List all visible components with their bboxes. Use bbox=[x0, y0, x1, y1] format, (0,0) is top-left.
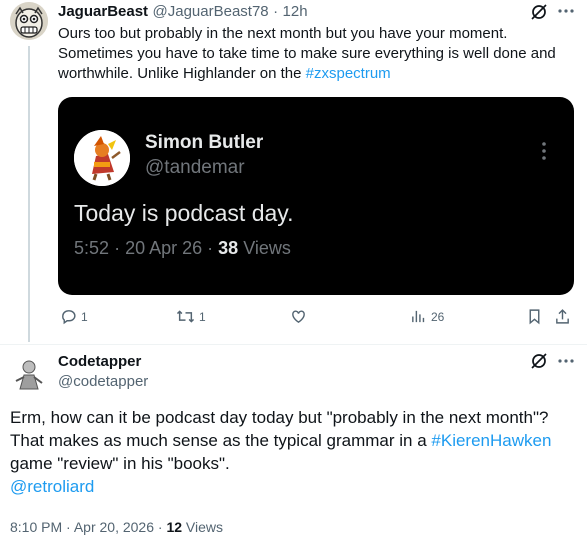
like-button[interactable] bbox=[290, 308, 311, 325]
quoted-views-count: 38 bbox=[218, 238, 239, 258]
thread-line bbox=[28, 46, 30, 342]
separator: · bbox=[114, 238, 121, 258]
avatar-codetapper[interactable] bbox=[10, 355, 48, 393]
quoted-time: 5:52 bbox=[74, 238, 110, 258]
quoted-meta: 5:52 · 20 Apr 26 · 38 Views bbox=[74, 238, 291, 259]
share-icon bbox=[554, 308, 571, 325]
share-button[interactable] bbox=[554, 308, 571, 325]
divider bbox=[0, 344, 587, 345]
author-handle[interactable]: @JaguarBeast78 bbox=[153, 3, 269, 20]
reply-text-line: Ours too but probably in the next month … bbox=[58, 25, 508, 42]
grok-icon[interactable] bbox=[530, 3, 548, 21]
avatar-tandemar[interactable] bbox=[74, 130, 130, 186]
reply-icon bbox=[60, 308, 77, 325]
views-icon bbox=[410, 308, 427, 325]
quoted-more-icon[interactable] bbox=[538, 139, 550, 163]
timestamp[interactable]: 12h bbox=[283, 3, 308, 20]
reply-text: Ours too but probably in the next month … bbox=[58, 24, 578, 84]
grok-icon[interactable] bbox=[530, 352, 548, 370]
reply-text-line: Sometimes you have to take time to make … bbox=[58, 45, 556, 62]
views-button[interactable]: 26 bbox=[410, 308, 444, 325]
repost-icon bbox=[176, 308, 195, 325]
bookmark-button[interactable] bbox=[526, 308, 543, 325]
repost-button[interactable]: 1 bbox=[176, 308, 206, 325]
separator: · bbox=[273, 3, 279, 20]
main-post-text: Erm, how can it be podcast day today but… bbox=[10, 406, 580, 498]
quoted-views-label: Views bbox=[243, 238, 291, 258]
hashtag-kierenhawken[interactable]: #KierenHawken bbox=[431, 431, 551, 450]
main-date[interactable]: Apr 20, 2026 bbox=[74, 519, 154, 535]
separator: · bbox=[66, 519, 71, 535]
main-views-count: 12 bbox=[166, 519, 183, 535]
views-count: 26 bbox=[431, 309, 445, 324]
reply-count: 1 bbox=[81, 309, 88, 324]
main-text-part: game "review" in his "books". bbox=[10, 454, 230, 473]
reply-text-line: worthwhile. Unlike Highlander on the bbox=[58, 65, 306, 82]
like-icon bbox=[290, 308, 307, 325]
mention-retroliard[interactable]: @retroliard bbox=[10, 477, 94, 496]
main-views-label: Views bbox=[185, 519, 224, 535]
quoted-author-name[interactable]: Simon Butler bbox=[145, 132, 263, 154]
reply-button[interactable]: 1 bbox=[60, 308, 88, 325]
main-post-meta: 8:10 PM · Apr 20, 2026 · 12 Views bbox=[10, 519, 223, 535]
separator: · bbox=[207, 238, 214, 258]
main-author-name[interactable]: Codetapper bbox=[58, 353, 141, 370]
quoted-date: 20 Apr 26 bbox=[125, 238, 203, 258]
quoted-text: Today is podcast day. bbox=[74, 200, 294, 226]
avatar-jaguarbeast[interactable] bbox=[10, 2, 48, 40]
separator: · bbox=[157, 519, 163, 535]
quoted-tweet-card[interactable]: Simon Butler @tandemar Today is podcast … bbox=[58, 97, 574, 295]
more-icon[interactable] bbox=[558, 359, 574, 363]
reply-header: JaguarBeast @JaguarBeast78 · 12h bbox=[58, 3, 308, 21]
bookmark-icon bbox=[526, 308, 543, 325]
quoted-author-handle[interactable]: @tandemar bbox=[145, 157, 245, 179]
hashtag-zxspectrum[interactable]: #zxspectrum bbox=[306, 65, 391, 82]
author-name[interactable]: JaguarBeast bbox=[58, 3, 148, 20]
main-time[interactable]: 8:10 PM bbox=[10, 519, 62, 535]
reply-action-bar: 1 1 26 bbox=[58, 308, 578, 332]
more-icon[interactable] bbox=[558, 9, 574, 13]
repost-count: 1 bbox=[199, 309, 206, 324]
main-author-handle[interactable]: @codetapper bbox=[58, 373, 148, 390]
